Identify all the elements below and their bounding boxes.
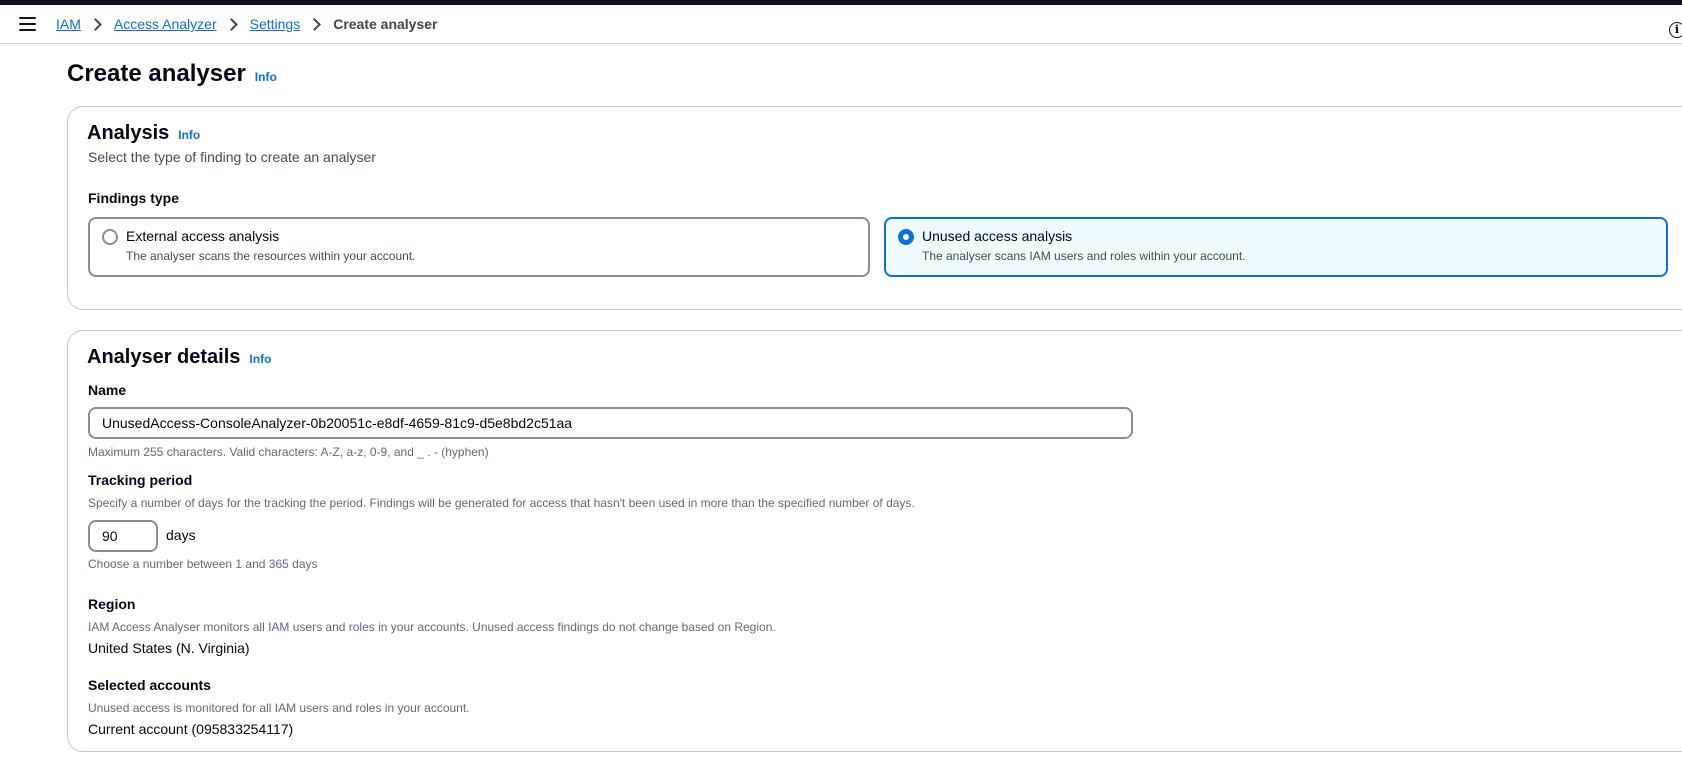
analyser-details-container: Analyser details Info Name UnusedAccess-… — [67, 330, 1682, 752]
analysis-container: Analysis Info Select the type of finding… — [67, 106, 1682, 310]
name-hint: Maximum 255 characters. Valid characters… — [88, 445, 489, 459]
breadcrumb: IAM Access Analyzer Settings Create anal… — [56, 16, 438, 32]
tracking-period-input[interactable]: 90 — [88, 520, 158, 552]
hamburger-menu-icon[interactable] — [19, 17, 36, 31]
page-info-link[interactable]: Info — [255, 70, 277, 84]
page-header: Create analyser Info — [67, 60, 277, 88]
findings-type-label: Findings type — [88, 190, 179, 206]
unused-access-description: The analyser scans IAM users and roles w… — [922, 249, 1246, 263]
unused-access-radio[interactable] — [898, 229, 914, 245]
breadcrumb-settings[interactable]: Settings — [250, 16, 301, 32]
external-access-title: External access analysis — [126, 228, 280, 244]
selected-accounts-description: Unused access is monitored for all IAM u… — [88, 701, 470, 715]
breadcrumb-current: Create analyser — [333, 16, 438, 32]
selected-accounts-value: Current account (095833254117) — [88, 721, 294, 737]
breadcrumb-access-analyzer[interactable]: Access Analyzer — [114, 16, 217, 32]
name-label: Name — [88, 382, 127, 398]
selected-accounts-label: Selected accounts — [88, 677, 211, 693]
analysis-header: Analysis Info — [87, 122, 200, 145]
analysis-info-link[interactable]: Info — [178, 128, 200, 142]
details-info-link[interactable]: Info — [249, 352, 271, 366]
region-description: IAM Access Analyser monitors all IAM use… — [88, 620, 776, 634]
analyser-name-input[interactable]: UnusedAccess-ConsoleAnalyzer-0b20051c-e8… — [88, 407, 1133, 439]
external-access-description: The analyser scans the resources within … — [126, 249, 416, 263]
page-title: Create analyser — [67, 60, 246, 87]
region-label: Region — [88, 596, 136, 612]
tracking-period-description: Specify a number of days for the trackin… — [88, 496, 915, 510]
tracking-period-unit: days — [166, 527, 196, 543]
chevron-right-icon — [308, 17, 322, 31]
region-value: United States (N. Virginia) — [88, 640, 250, 656]
analysis-title: Analysis — [87, 122, 170, 144]
analysis-description: Select the type of finding to create an … — [88, 149, 376, 165]
tracking-period-hint: Choose a number between 1 and 365 days — [88, 557, 318, 571]
chevron-right-icon — [224, 17, 238, 31]
chevron-right-icon — [89, 17, 102, 31]
breadcrumb-iam[interactable]: IAM — [56, 16, 81, 32]
details-title: Analyser details — [87, 346, 241, 368]
tracking-period-label: Tracking period — [88, 472, 193, 488]
breadcrumb-bar: IAM Access Analyzer Settings Create anal… — [0, 5, 1682, 44]
unused-access-title: Unused access analysis — [922, 228, 1073, 244]
details-header: Analyser details Info — [87, 346, 271, 369]
info-circle-icon[interactable]: i — [1669, 22, 1682, 38]
unused-access-tile[interactable]: Unused access analysis The analyser scan… — [884, 217, 1668, 277]
external-access-tile[interactable]: External access analysis The analyser sc… — [88, 217, 870, 277]
external-access-radio[interactable] — [102, 229, 118, 245]
